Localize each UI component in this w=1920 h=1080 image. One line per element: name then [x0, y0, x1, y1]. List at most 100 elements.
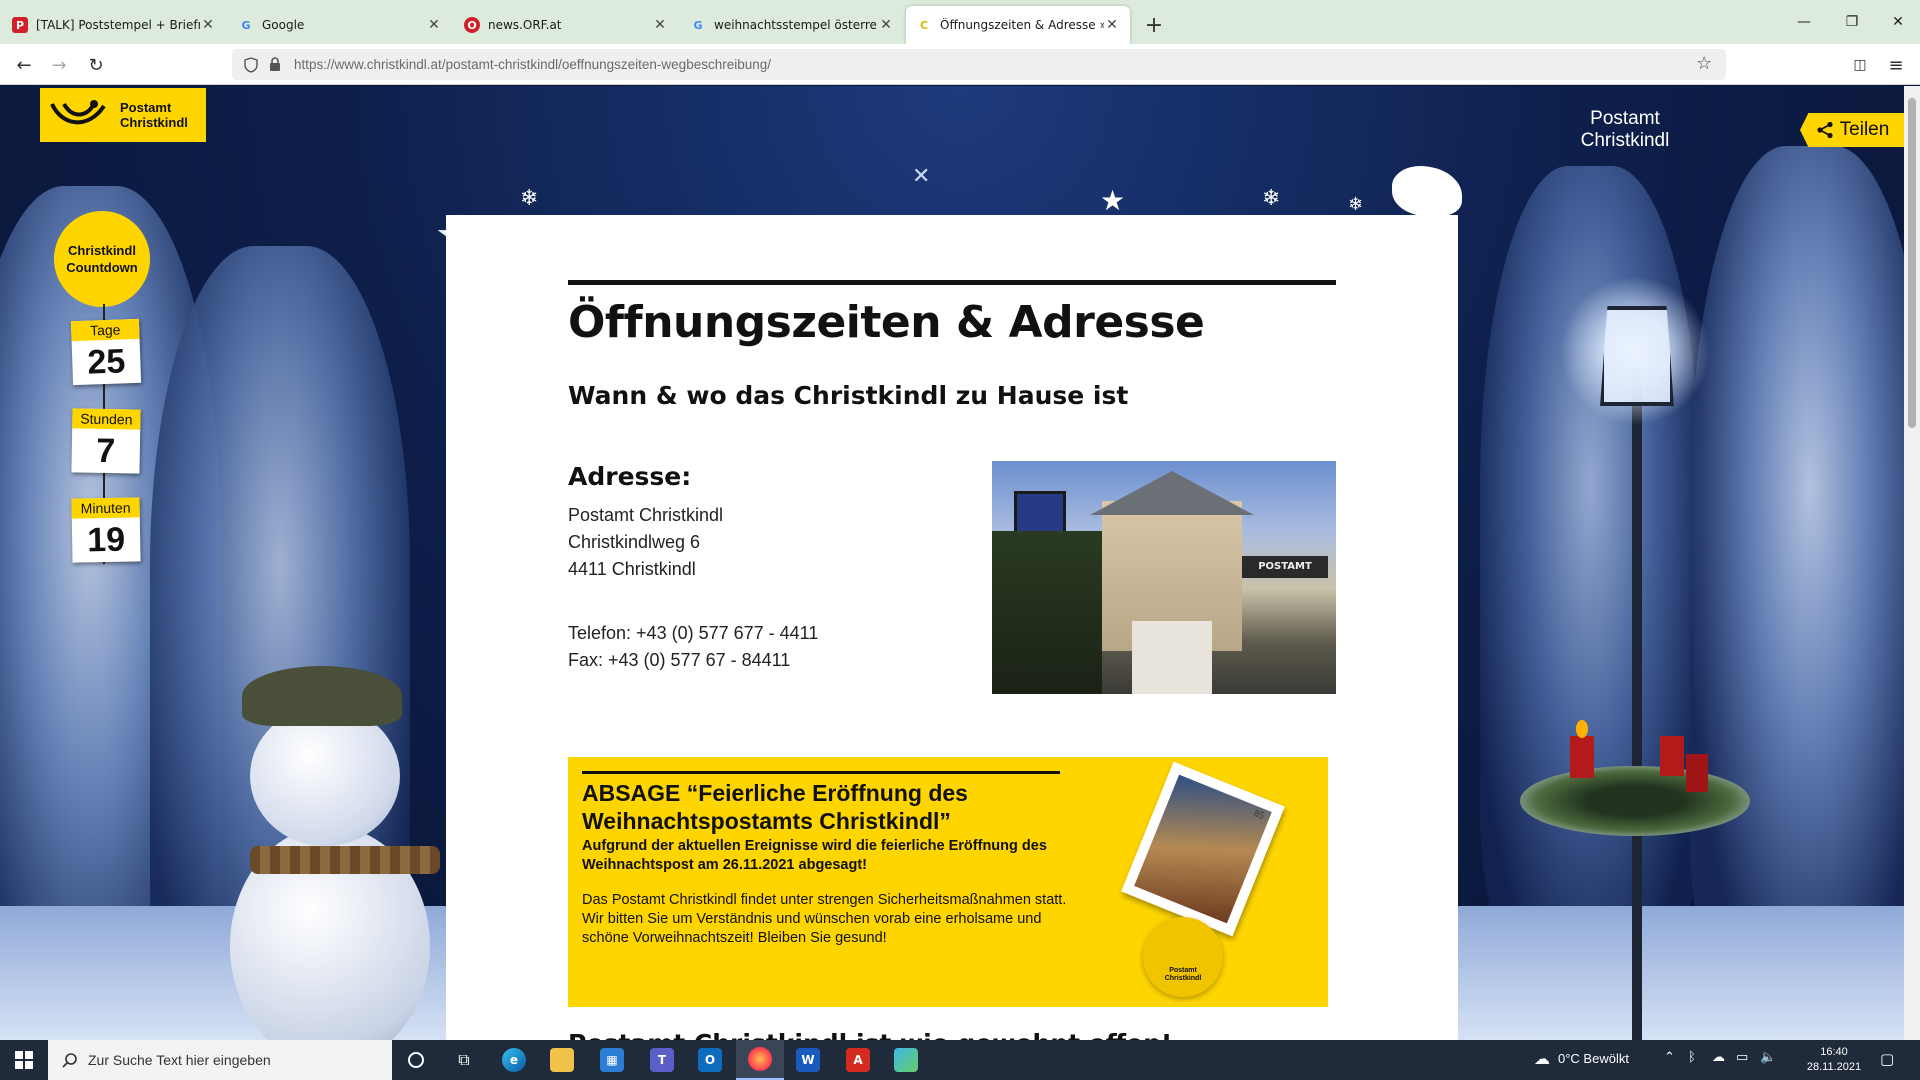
countdown-days-value: 25	[86, 342, 126, 382]
notifications-icon[interactable]: ▢	[1880, 1050, 1894, 1068]
page-subtitle: Wann & wo das Christkindl zu Hause ist	[568, 381, 1129, 410]
trees-shape	[992, 531, 1102, 694]
page-title: Öffnungszeiten & Adresse	[568, 297, 1205, 348]
pocket-icon[interactable]: ◫	[1846, 52, 1874, 78]
cortana-icon[interactable]	[392, 1040, 440, 1080]
tab-talk-poststempel[interactable]: P [TALK] Poststempel + Briefmark ✕	[2, 6, 226, 44]
restore-icon[interactable]: ❐	[1828, 0, 1876, 44]
window-close-icon[interactable]: ✕	[1874, 0, 1920, 44]
angel-icon	[1392, 166, 1462, 216]
lamp-post	[1632, 326, 1642, 1040]
shield-icon[interactable]	[244, 57, 258, 73]
windows-logo-icon	[15, 1051, 33, 1069]
forward-arrow-icon[interactable]: →	[45, 52, 73, 78]
outlook-icon[interactable]: O	[686, 1040, 734, 1080]
lock-icon[interactable]	[268, 56, 282, 72]
logo-text: Postamt Christkindl	[120, 100, 188, 130]
content-card: Öffnungszeiten & Adresse Wann & wo das C…	[446, 215, 1458, 1040]
store-icon[interactable]: ▦	[588, 1040, 636, 1080]
close-icon[interactable]: ✕	[652, 17, 668, 33]
file-explorer-icon[interactable]	[538, 1040, 586, 1080]
tab-favicon: G	[693, 18, 703, 32]
countdown-days: Tage 25	[70, 318, 142, 386]
clock-time: 16:40	[1820, 1046, 1848, 1058]
tab-orf-news[interactable]: O news.ORF.at ✕	[454, 6, 678, 44]
cloud-icon: ☁	[1534, 1049, 1550, 1068]
photos-app-icon[interactable]	[882, 1040, 930, 1080]
countdown-days-label: Tage	[70, 318, 140, 342]
tab-bar: P [TALK] Poststempel + Briefmark ✕ G Goo…	[0, 0, 1920, 44]
firefox-icon[interactable]	[736, 1040, 784, 1080]
reload-icon[interactable]: ↻	[82, 52, 110, 78]
tab-favicon: P	[12, 17, 28, 33]
chevron-up-icon[interactable]: ⌃	[1664, 1050, 1675, 1065]
volume-icon[interactable]: 🔈	[1760, 1050, 1776, 1065]
tab-favicon: O	[464, 17, 480, 33]
teams-icon[interactable]: T	[638, 1040, 686, 1080]
tab-favicon: G	[241, 18, 251, 32]
minimize-icon[interactable]: —	[1780, 0, 1828, 44]
postamt-christkindl-logo[interactable]: Postamt Christkindl	[40, 88, 206, 142]
close-icon[interactable]: ✕	[1104, 17, 1120, 33]
url-text[interactable]: https://www.christkindl.at/postamt-chris…	[294, 57, 771, 72]
share-button[interactable]: Teilen	[1800, 113, 1905, 147]
menu-icon[interactable]: ≡	[1882, 52, 1910, 78]
weather-widget[interactable]: 0°C Bewölkt	[1558, 1051, 1629, 1066]
address-line: Postamt Christkindl	[568, 505, 724, 525]
snowflake-icon: ❄	[520, 186, 539, 211]
share-label: Teilen	[1839, 119, 1890, 140]
postamt-seal: Postamt Christkindl	[1143, 917, 1223, 997]
stamp-artwork: 85	[1134, 774, 1272, 924]
cancellation-notice: ABSAGE “Feierliche Eröffnung des Weihnac…	[568, 757, 1328, 1007]
notice-rule	[582, 771, 1060, 774]
network-icon[interactable]: ▭	[1736, 1050, 1748, 1065]
snowman-hat	[242, 666, 402, 726]
countdown-minutes-value: 19	[86, 520, 126, 560]
stamp-value: 85	[1252, 807, 1266, 822]
roof-shape	[1090, 471, 1254, 515]
tab-google-search[interactable]: G weihnachtsstempel österreich p ✕	[680, 6, 904, 44]
scrollbar-thumb[interactable]	[1908, 98, 1916, 428]
close-icon[interactable]: ✕	[426, 17, 442, 33]
tab-favicon: C	[919, 18, 929, 32]
clock[interactable]: 16:40 28.11.2021	[1806, 1045, 1862, 1075]
search-icon	[62, 1053, 77, 1068]
countdown-badge[interactable]: Christkindl Countdown	[54, 211, 150, 307]
url-bar[interactable]: https://www.christkindl.at/postamt-chris…	[232, 49, 1726, 80]
tab-title: Google	[262, 18, 305, 32]
edge-icon[interactable]: e	[490, 1040, 538, 1080]
countdown-hours-label: Stunden	[72, 408, 141, 430]
brand-title[interactable]: Postamt Christkindl	[1545, 108, 1705, 152]
section-heading: Postamt Christkindl ist wie gewohnt offe…	[568, 1029, 1172, 1040]
tab-google[interactable]: G Google ✕	[228, 6, 452, 44]
address-line: Christkindlweg 6	[568, 532, 701, 552]
notice-highlight: Aufgrund der aktuellen Ereignisse wird d…	[582, 838, 1047, 873]
countdown-hours-value: 7	[96, 431, 116, 471]
page-scrollbar[interactable]	[1904, 86, 1920, 1040]
bluetooth-icon[interactable]: ᛒ	[1688, 1050, 1696, 1065]
post-office-photo: POSTAMT	[992, 461, 1336, 694]
onedrive-icon[interactable]: ☁	[1712, 1050, 1725, 1065]
navigation-bar: ← → ↻ https://www.christkindl.at/postamt…	[0, 44, 1920, 85]
share-icon	[1817, 121, 1833, 139]
taskbar-search-input[interactable]: Zur Suche Text hier eingeben	[48, 1040, 392, 1080]
close-icon[interactable]: ✕	[878, 17, 894, 33]
countdown-hours: Stunden 7	[71, 408, 141, 474]
new-tab-button[interactable]: +	[1136, 6, 1172, 44]
tab-title: [TALK] Poststempel + Briefmark	[36, 18, 200, 32]
snowman-head	[250, 706, 400, 846]
acrobat-icon[interactable]: A	[834, 1040, 882, 1080]
word-icon[interactable]: W	[784, 1040, 832, 1080]
task-view-icon[interactable]: ⧉	[440, 1040, 488, 1080]
notice-title: ABSAGE “Feierliche Eröffnung des Weihnac…	[582, 780, 968, 834]
back-arrow-icon[interactable]: ←	[10, 52, 38, 78]
start-button[interactable]	[0, 1040, 48, 1080]
bookmark-star-icon[interactable]: ☆	[1696, 53, 1712, 74]
tab-christkindl-active[interactable]: C Öffnungszeiten & Adresse » Da ✕	[906, 6, 1130, 44]
web-page: ❄ ★ ❄ ❄ ✕ ★ Postamt Christkindl Postamt …	[0, 86, 1920, 1040]
advent-wreath	[1520, 766, 1750, 836]
close-icon[interactable]: ✕	[200, 17, 216, 33]
countdown-minutes: Minuten 19	[71, 497, 141, 563]
gate-shape	[1132, 621, 1212, 694]
address-line: 4411 Christkindl	[568, 559, 696, 579]
